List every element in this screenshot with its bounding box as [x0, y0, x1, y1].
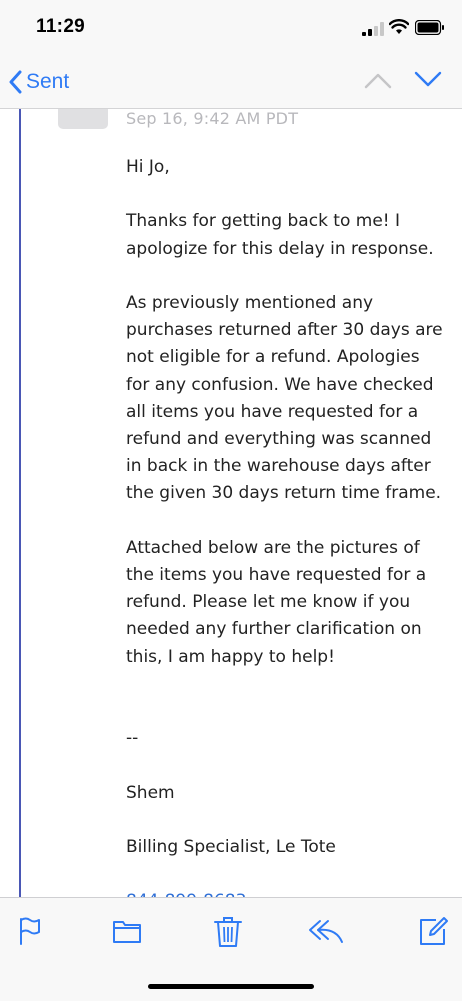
message-greeting: Hi Jo,	[126, 157, 170, 177]
signature-name: Shem	[126, 782, 175, 803]
message-paragraph: Attached below are the pictures of the i…	[126, 537, 427, 667]
next-message-button[interactable]	[414, 70, 442, 90]
wifi-icon	[389, 19, 409, 34]
back-label: Sent	[26, 70, 70, 93]
back-button[interactable]: Sent	[8, 66, 69, 98]
message-paragraph: Thanks for getting back to me! I apologi…	[126, 211, 434, 259]
navigation-bar: Sent	[0, 56, 462, 109]
trash-icon[interactable]	[214, 916, 242, 948]
quote-bar	[19, 109, 21, 897]
reply-icon[interactable]	[308, 916, 344, 946]
battery-icon	[415, 20, 444, 35]
avatar	[58, 109, 108, 129]
message-date: Sep 16, 9:42 AM PDT	[126, 109, 299, 128]
home-indicator[interactable]	[148, 984, 314, 989]
signature-separator: --	[126, 728, 139, 749]
message-body: Hi Jo, Thanks for getting back to me! I …	[126, 154, 444, 897]
flag-icon[interactable]	[18, 916, 42, 946]
previous-message-button[interactable]	[364, 70, 392, 90]
status-bar: 11:29	[0, 0, 462, 56]
chevron-left-icon	[9, 70, 22, 94]
folder-icon[interactable]	[112, 916, 142, 946]
signature-title: Billing Specialist, Le Tote	[126, 836, 336, 857]
status-time: 11:29	[36, 16, 86, 37]
compose-icon[interactable]	[418, 916, 448, 946]
message-paragraph: As previously mentioned any purchases re…	[126, 292, 443, 504]
cellular-signal-icon	[362, 22, 384, 36]
message-content: Sep 16, 9:42 AM PDT Hi Jo, Thanks for ge…	[0, 109, 462, 897]
